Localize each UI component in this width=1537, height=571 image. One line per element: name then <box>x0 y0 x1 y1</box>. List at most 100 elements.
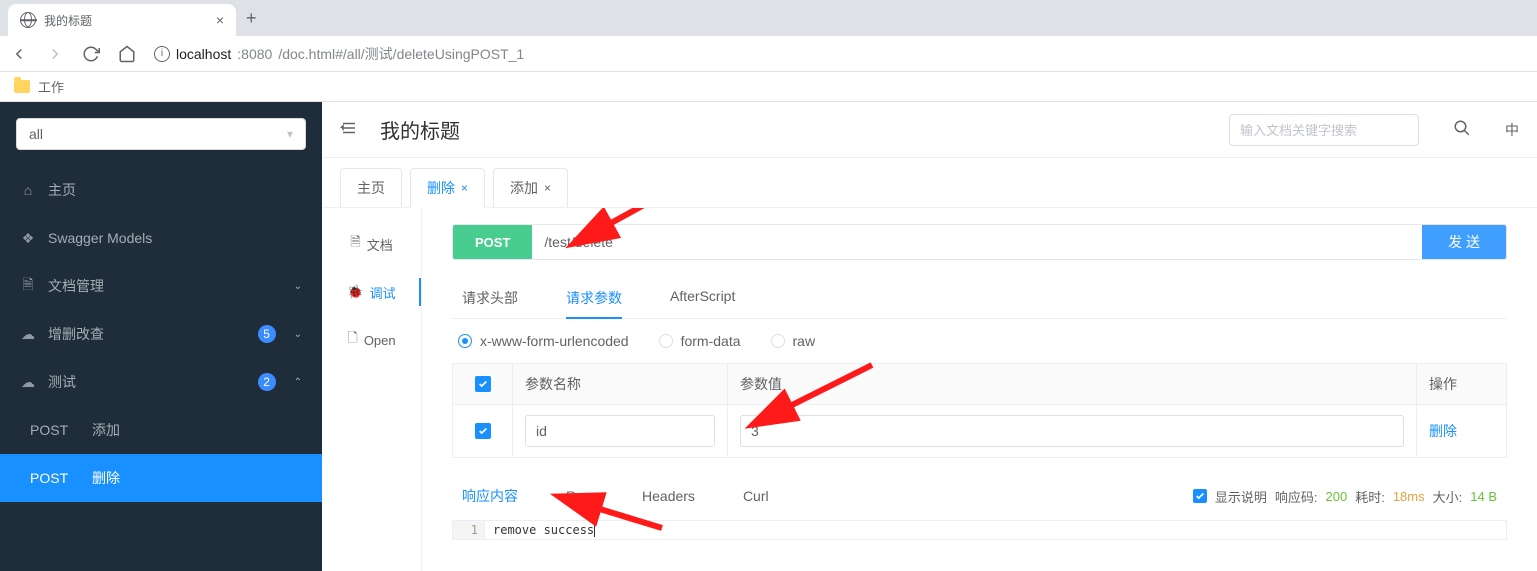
bookmarks-bar: 工作 <box>0 72 1537 102</box>
response-meta: 显示说明 响应码: 200 耗时: 18ms 大小: 14 B <box>1193 487 1497 506</box>
page-title: 我的标题 <box>380 115 460 144</box>
doc-icon: 🗎 <box>350 233 360 255</box>
resp-code-value: 200 <box>1326 489 1348 504</box>
request-panel: POST /test/delete 发 送 请求头部 请求参数 AfterScr… <box>422 208 1537 571</box>
left-tab-debug[interactable]: 🐞 调试 <box>322 268 421 316</box>
language-toggle[interactable]: 中 <box>1505 120 1519 140</box>
sidebar-nav: ⌂ 主页 ❖ Swagger Models 🗎 文档管理 ⌄ ☁ 增删改查 5 … <box>0 166 322 571</box>
sidebar-item-crud[interactable]: ☁ 增删改查 5 ⌄ <box>0 310 322 358</box>
close-icon[interactable]: × <box>544 181 551 195</box>
search-icon[interactable] <box>1453 119 1471 140</box>
close-icon[interactable]: × <box>216 12 224 28</box>
sidebar-item-label: 测试 <box>48 372 76 392</box>
th-op: 操作 <box>1417 364 1507 405</box>
params-table: 参数名称 参数值 操作 id 3 删除 <box>452 363 1507 458</box>
address-bar[interactable]: i localhost:8080/doc.html#/all/测试/delete… <box>154 44 524 64</box>
radio-urlencoded[interactable]: x-www-form-urlencoded <box>458 333 629 349</box>
left-tab-label: Open <box>364 333 396 348</box>
select-value: all <box>29 126 43 142</box>
resp-tab-curl[interactable]: Curl <box>743 478 769 514</box>
count-badge: 2 <box>258 373 276 391</box>
checkbox[interactable] <box>475 423 491 439</box>
search-placeholder: 输入文档关键字搜索 <box>1240 120 1357 139</box>
sidebar-item-label: 文档管理 <box>48 276 104 296</box>
sub-tab-afterscript[interactable]: AfterScript <box>670 278 735 318</box>
sidebar-item-test[interactable]: ☁ 测试 2 ⌃ <box>0 358 322 406</box>
checkbox-all[interactable] <box>475 376 491 392</box>
radio-formdata[interactable]: form-data <box>659 333 741 349</box>
sub-tab-params[interactable]: 请求参数 <box>566 278 622 318</box>
new-tab-button[interactable]: + <box>236 8 267 29</box>
radio-icon <box>771 334 785 348</box>
main-tabs: 主页 删除 × 添加 × <box>322 158 1537 208</box>
app-root: all ▾ ⌂ 主页 ❖ Swagger Models 🗎 文档管理 ⌄ ☁ 增… <box>0 102 1537 571</box>
header: 我的标题 输入文档关键字搜索 中 <box>322 102 1537 158</box>
sidebar-item-home[interactable]: ⌂ 主页 <box>0 166 322 214</box>
sidebar-item-models[interactable]: ❖ Swagger Models <box>0 214 322 262</box>
resp-tab-headers[interactable]: Headers <box>642 478 695 514</box>
left-tab-label: 文档 <box>367 235 393 254</box>
chevron-down-icon: ⌄ <box>294 281 302 292</box>
chevron-down-icon: ⌄ <box>294 329 302 340</box>
main-panel: 我的标题 输入文档关键字搜索 中 主页 删除 × 添加 × 🗎 <box>322 102 1537 571</box>
param-value-input[interactable]: 3 <box>740 415 1404 447</box>
forward-icon[interactable] <box>46 45 64 63</box>
resp-time-value: 18ms <box>1393 489 1425 504</box>
reload-icon[interactable] <box>82 45 100 63</box>
bug-icon: 🐞 <box>347 284 363 300</box>
url-input[interactable]: /test/delete <box>532 225 1422 259</box>
sidebar-sub-add[interactable]: POST 添加 <box>0 406 322 454</box>
left-tabs: 🗎 文档 🐞 调试 🗋 Open <box>322 208 422 571</box>
sub-tab-headers[interactable]: 请求头部 <box>462 278 518 318</box>
sidebar-item-label: 增删改查 <box>48 324 104 344</box>
radio-icon <box>659 334 673 348</box>
radio-raw[interactable]: raw <box>771 333 816 349</box>
back-icon[interactable] <box>10 45 28 63</box>
info-icon[interactable]: i <box>154 46 170 62</box>
url-row: POST /test/delete 发 送 <box>452 224 1507 260</box>
left-tab-open[interactable]: 🗋 Open <box>322 316 421 364</box>
response-body: remove success <box>485 521 1506 539</box>
sidebar-item-label: 删除 <box>92 468 120 488</box>
count-badge: 5 <box>258 325 276 343</box>
sidebar-item-docs[interactable]: 🗎 文档管理 ⌄ <box>0 262 322 310</box>
browser-toolbar: i localhost:8080/doc.html#/all/测试/delete… <box>0 36 1537 72</box>
close-icon[interactable]: × <box>461 181 468 195</box>
globe-icon <box>20 12 36 28</box>
bookmark-item[interactable]: 工作 <box>38 77 64 96</box>
folder-icon <box>14 80 30 93</box>
send-button[interactable]: 发 送 <box>1422 225 1506 259</box>
tab-label: 主页 <box>357 178 385 198</box>
home-icon[interactable] <box>118 45 136 63</box>
group-select[interactable]: all ▾ <box>16 118 306 150</box>
url-path: /doc.html#/all/测试/deleteUsingPOST_1 <box>278 44 524 64</box>
browser-tab[interactable]: 我的标题 × <box>8 4 236 36</box>
browser-tab-strip: 我的标题 × + <box>0 0 1537 36</box>
checkbox[interactable] <box>1193 489 1207 503</box>
search-input[interactable]: 输入文档关键字搜索 <box>1229 114 1419 146</box>
resp-tab-body[interactable]: 响应内容 <box>462 476 518 516</box>
sidebar-sub-delete[interactable]: POST 删除 <box>0 454 322 502</box>
content-row: 🗎 文档 🐞 调试 🗋 Open POST /test/delete 发 送 <box>322 208 1537 571</box>
tab-home[interactable]: 主页 <box>340 168 402 207</box>
resp-time-label: 耗时: <box>1355 487 1385 506</box>
response-editor[interactable]: 1 remove success <box>452 520 1507 540</box>
method-label: POST <box>30 422 80 438</box>
delete-row-link[interactable]: 删除 <box>1429 423 1457 439</box>
method-badge: POST <box>453 225 532 259</box>
tab-delete[interactable]: 删除 × <box>410 168 485 208</box>
home-icon: ⌂ <box>20 182 36 198</box>
param-name-input[interactable]: id <box>525 415 715 447</box>
tab-add[interactable]: 添加 × <box>493 168 568 207</box>
show-desc-label: 显示说明 <box>1215 487 1267 506</box>
th-value: 参数值 <box>728 364 1417 405</box>
left-tab-doc[interactable]: 🗎 文档 <box>322 220 421 268</box>
resp-tab-raw[interactable]: Raw <box>566 478 594 514</box>
resp-size-label: 大小: <box>1433 487 1463 506</box>
chevron-down-icon: ▾ <box>287 127 293 141</box>
collapse-icon[interactable] <box>340 119 358 140</box>
cube-icon: ❖ <box>20 230 36 247</box>
sidebar-item-label: Swagger Models <box>48 230 152 246</box>
method-label: POST <box>30 470 80 486</box>
radio-icon <box>458 334 472 348</box>
